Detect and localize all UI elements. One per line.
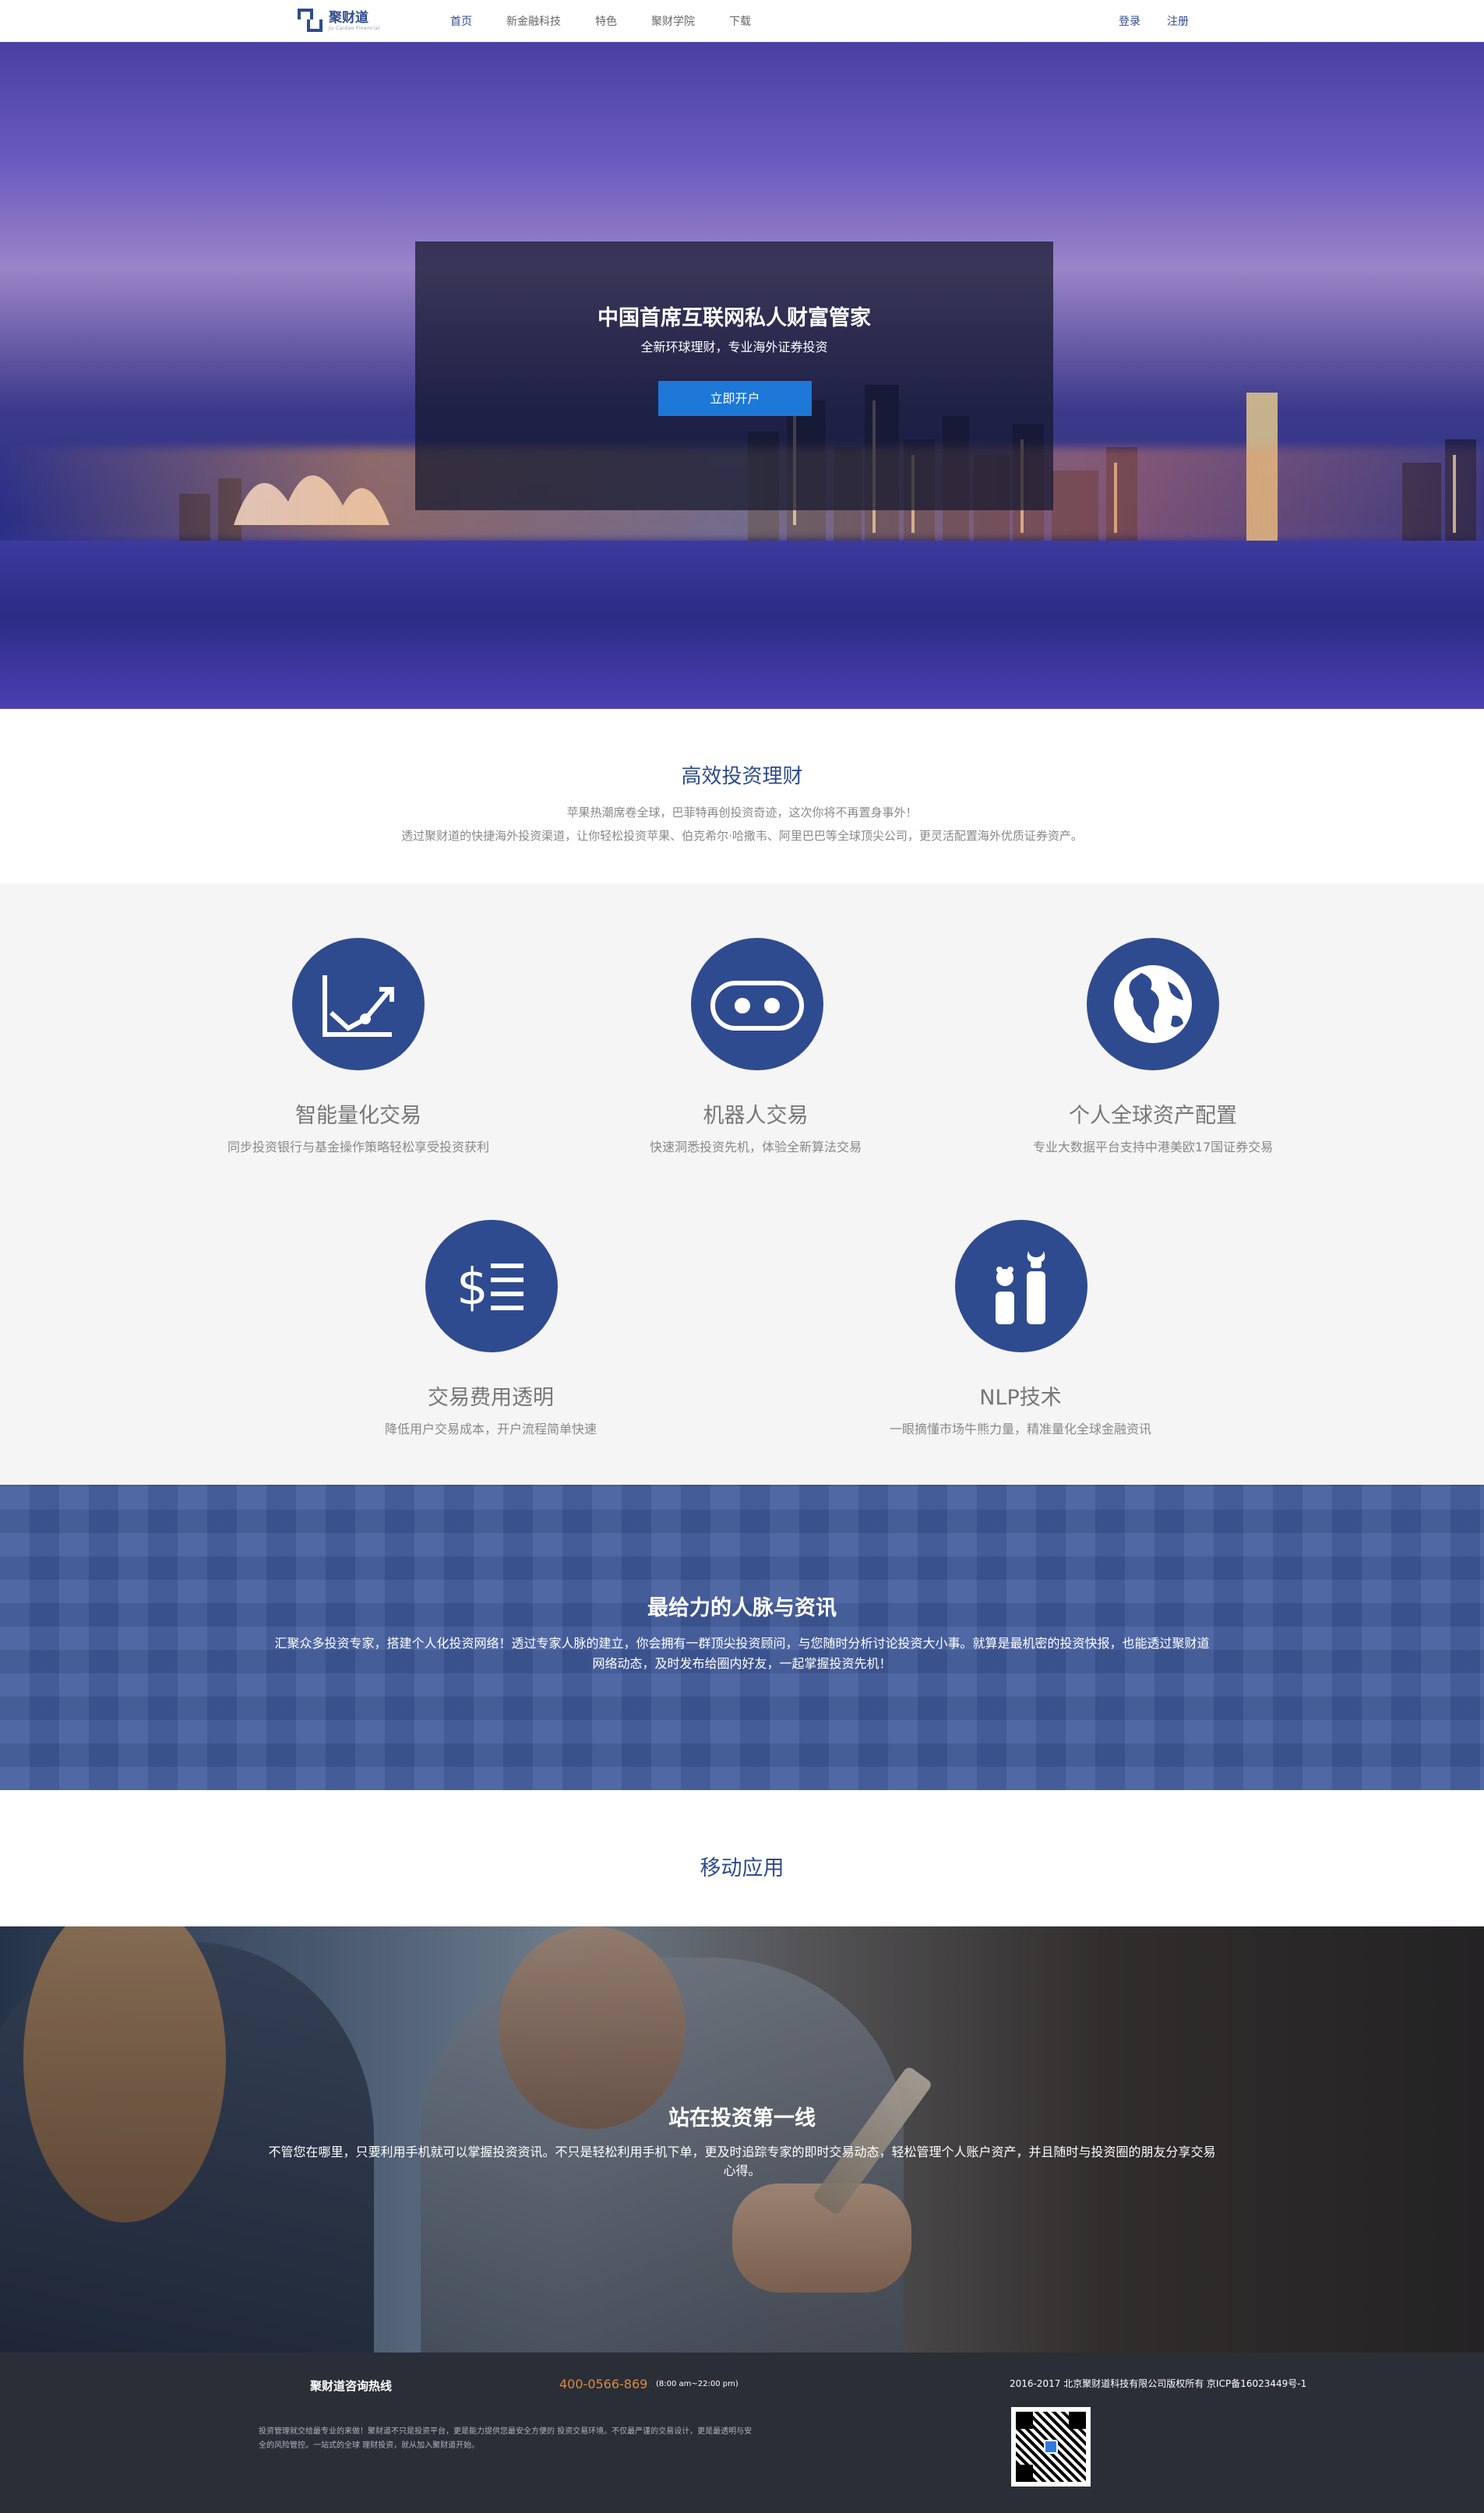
photo-text-line-2: 心得。 xyxy=(723,2163,761,2178)
top-navbar: 聚财道 Ju Caidao Financial 首页 新金融科技 特色 聚财学院… xyxy=(0,0,1484,42)
bull-bear-icon xyxy=(955,1220,1087,1352)
hotline-hours: (8:00 am~22:00 pm) xyxy=(656,2380,738,2388)
auth-links: 登录 注册 xyxy=(1119,0,1215,42)
hero-subtitle: 全新环球理财，专业海外证券投资 xyxy=(640,340,828,354)
mobile-photo-banner: 站在投资第一线 不管您在哪里，只要利用手机就可以掌握投资资讯。不只是轻松利用手机… xyxy=(0,1926,1484,2353)
network-text-line-2: 网络动态，及时发布给圈内好友，一起掌握投资先机！ xyxy=(592,1656,892,1671)
feature-title: 个人全球资产配置 xyxy=(1069,1104,1237,1128)
network-text-line-1: 汇聚众多投资专家，搭建个人化投资网络！透过专家人脉的建立，你会拥有一群顶尖投资顾… xyxy=(274,1636,1210,1651)
register-link[interactable]: 注册 xyxy=(1167,13,1189,29)
photo-text-line-1: 不管您在哪里，只要利用手机就可以掌握投资资讯。不只是轻松利用手机下单，更及时追踪… xyxy=(268,2145,1216,2159)
open-account-button[interactable]: 立即开户 xyxy=(658,381,812,416)
feature-title: NLP技术 xyxy=(979,1386,1062,1410)
network-section: 最给力的人脉与资讯 汇聚众多投资专家，搭建个人化投资网络！透过专家人脉的建立，你… xyxy=(0,1485,1484,1790)
logo-name: 聚财道 xyxy=(329,10,368,26)
robot-icon xyxy=(691,938,823,1070)
mobile-app-section: 移动应用 xyxy=(0,1790,1484,1926)
photo-title: 站在投资第一线 xyxy=(668,2106,816,2131)
footer-description-line-2: 全的风险管控。一站式的全球 理财投资，就从加入聚财道开始。 xyxy=(259,2441,480,2450)
globe-icon xyxy=(1087,938,1219,1070)
hotline-label: 聚财道咨询热线 xyxy=(310,2379,393,2393)
hotline-phone[interactable]: 400-0566-869 xyxy=(559,2377,647,2391)
nav-link-download[interactable]: 下载 xyxy=(729,13,751,29)
footer-description-line-1: 投资管理就交给最专业的来做！聚财道不只是投资平台，更是能力提供您最安全方便的 投… xyxy=(259,2427,753,2436)
logo[interactable]: 聚财道 Ju Caidao Financial xyxy=(296,6,380,36)
nav-link-features[interactable]: 特色 xyxy=(595,13,617,29)
hero-water xyxy=(0,541,1484,709)
nav-link-academy[interactable]: 聚财学院 xyxy=(651,13,695,29)
dollar-list-icon: $ xyxy=(425,1220,558,1352)
intro-title: 高效投资理财 xyxy=(681,765,803,788)
main-nav: 首页 新金融科技 特色 聚财学院 下载 xyxy=(450,0,785,42)
intro-text-line-2: 透过聚财道的快捷海外投资渠道，让你轻松投资苹果、伯克希尔·哈撒韦、阿里巴巴等全球… xyxy=(401,829,1083,843)
network-title: 最给力的人脉与资讯 xyxy=(647,1596,837,1620)
feature-title: 交易费用透明 xyxy=(428,1386,554,1410)
hero-banner: 中国首席互联网私人财富管家 全新环球理财，专业海外证券投资 立即开户 xyxy=(0,42,1484,709)
feature-desc: 一眼摘懂市场牛熊力量，精准量化全球金融资讯 xyxy=(889,1422,1151,1436)
nav-link-fintech[interactable]: 新金融科技 xyxy=(506,13,561,29)
logo-icon xyxy=(296,7,324,35)
nav-link-home[interactable]: 首页 xyxy=(450,13,472,29)
features-section: 智能量化交易 同步投资银行与基金操作策略轻松享受投资获利 机器人交易 快速洞悉投… xyxy=(0,883,1484,1485)
mobile-app-title: 移动应用 xyxy=(700,1856,784,1880)
intro-section: 高效投资理财 苹果热潮席卷全球，巴菲特再创投资奇迹，这次你将不再置身事外！ 透过… xyxy=(0,709,1484,883)
copyright-text: 2016-2017 北京聚财道科技有限公司版权所有 京ICP备16023449号… xyxy=(1010,2378,1307,2389)
login-link[interactable]: 登录 xyxy=(1119,13,1140,29)
feature-desc: 专业大数据平台支持中港美欧17国证券交易 xyxy=(1032,1140,1274,1154)
qr-code xyxy=(1011,2407,1091,2487)
line-chart-icon xyxy=(292,938,425,1070)
svg-text:$: $ xyxy=(456,1259,488,1316)
hero-overlay-box: 中国首席互联网私人财富管家 全新环球理财，专业海外证券投资 立即开户 xyxy=(415,241,1053,510)
logo-subtitle: Ju Caidao Financial xyxy=(329,26,380,31)
footer: 聚财道咨询热线 400-0566-869 (8:00 am~22:00 pm) … xyxy=(0,2353,1484,2513)
hero-title: 中国首席互联网私人财富管家 xyxy=(597,306,871,330)
feature-desc: 降低用户交易成本，开户流程简单快速 xyxy=(384,1422,597,1436)
intro-text-line-1: 苹果热潮席卷全球，巴菲特再创投资奇迹，这次你将不再置身事外！ xyxy=(566,805,918,819)
